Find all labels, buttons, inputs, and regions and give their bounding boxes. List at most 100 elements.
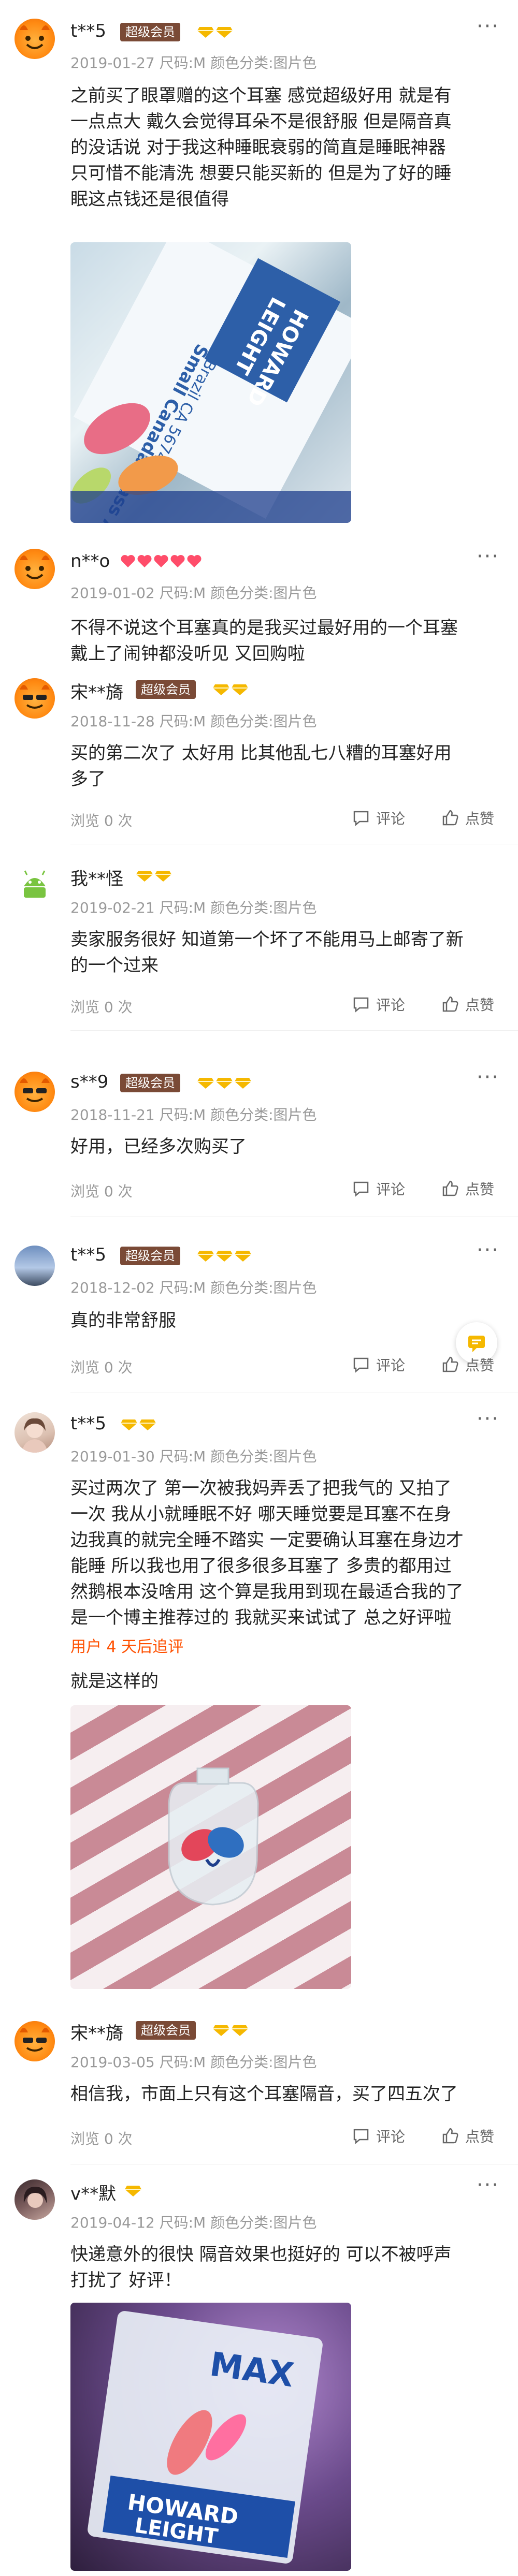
username[interactable]: t**5	[70, 21, 106, 41]
diamond-icon	[232, 684, 248, 695]
review-photo[interactable]: HOWARD LEIGHT Small Canada Class A(L) Br…	[70, 242, 351, 523]
username[interactable]: n**o	[70, 551, 110, 572]
user-photo-avatar	[23, 2187, 47, 2208]
more-options-button[interactable]: ···	[477, 1407, 499, 1431]
earplug-case-image	[168, 1767, 259, 1906]
avatar[interactable]	[15, 2179, 55, 2220]
username[interactable]: s**9	[70, 1072, 108, 1092]
heart-icon	[187, 555, 202, 567]
review-meta: 2019-01-02 尺码:M 颜色分类:图片色	[70, 584, 317, 602]
smiley-avatar-icon	[20, 685, 50, 709]
comment-button[interactable]: 评论	[352, 1354, 405, 1375]
diamond-icon	[197, 1251, 214, 1262]
divider	[70, 1030, 518, 1031]
member-badge: 超级会员	[136, 680, 196, 699]
comment-icon	[353, 2129, 369, 2144]
heart-icon	[170, 555, 185, 567]
more-options-button[interactable]: ···	[477, 14, 499, 38]
username[interactable]: t**5	[70, 1413, 106, 1434]
more-options-button[interactable]: ···	[477, 1238, 499, 1262]
diamond-icon	[232, 2025, 248, 2036]
heart-icon	[121, 555, 135, 567]
diamond-icon	[235, 1078, 251, 1089]
followup-text: 就是这样的	[70, 1671, 159, 1692]
username[interactable]: 宋**旖	[70, 2019, 123, 2044]
avatar[interactable]	[15, 2021, 55, 2061]
diamond-icon	[213, 684, 229, 695]
avatar[interactable]	[15, 19, 55, 59]
review-meta: 2019-01-30 尺码:M 颜色分类:图片色	[70, 1448, 317, 1465]
review-text: 好用，已经多次购买了	[70, 1136, 247, 1157]
username[interactable]: 宋**旖	[70, 678, 123, 704]
comment-icon	[353, 1181, 369, 1197]
diamond-icon	[197, 1078, 214, 1089]
user-level	[197, 23, 233, 41]
diamond-icon	[139, 1419, 156, 1430]
diamond-icon	[216, 27, 233, 38]
review-meta: 2019-01-27 尺码:M 颜色分类:图片色	[70, 54, 317, 71]
review-photo[interactable]	[70, 1705, 351, 1989]
avatar[interactable]	[15, 549, 55, 589]
avatar[interactable]	[15, 1246, 55, 1286]
followup-label: 用户 4 天后追评	[70, 1638, 184, 1656]
avatar[interactable]	[15, 678, 55, 719]
chat-bubble-icon	[468, 1336, 485, 1352]
more-options-button[interactable]: ···	[477, 1065, 499, 1089]
review-text: 快递意外的很快 隔音效果也挺好的 可以不被呼声 打扰了 好评！	[70, 2244, 452, 2291]
like-button[interactable]: 点赞	[441, 1354, 494, 1375]
diamond-icon	[197, 27, 214, 38]
comment-icon	[353, 811, 369, 826]
comment-button[interactable]: 评论	[352, 2126, 405, 2146]
comment-icon	[353, 997, 369, 1013]
diamond-icon	[136, 871, 153, 882]
review-meta: 2018-12-02 尺码:M 颜色分类:图片色	[70, 1279, 317, 1296]
diamond-icon	[213, 2025, 229, 2036]
thumbs-up-icon	[442, 2128, 458, 2144]
user-level	[120, 552, 202, 570]
review-text: 不得不说这个耳塞真的是我买过最好用的一个耳塞 戴上了闹钟都没听见 又回购啦	[70, 618, 458, 664]
diamond-icon	[121, 1419, 137, 1430]
username[interactable]: 我**怪	[70, 865, 123, 890]
review-meta: 2018-11-21 尺码:M 颜色分类:图片色	[70, 1106, 317, 1123]
earplug-package-image: HOWARD LEIGHT Small Canada Class A(L) Br…	[70, 242, 351, 523]
user-level	[120, 1415, 156, 1434]
review-text: 相信我，市面上只有这个耳塞隔音，买了四五次了	[70, 2084, 458, 2104]
comment-button[interactable]: 评论	[352, 1178, 405, 1199]
review-meta: 2018-11-28 尺码:M 颜色分类:图片色	[70, 713, 317, 730]
heart-icon	[137, 555, 152, 567]
view-count: 浏览 0 次	[70, 812, 133, 829]
review-text: 之前买了眼罩赠的这个耳塞 感觉超级好用 就是有 一点点大 戴久会觉得耳朵不是很舒…	[70, 85, 452, 210]
smiley-avatar-icon	[20, 1078, 50, 1102]
more-options-button[interactable]: ···	[477, 2173, 499, 2197]
member-badge: 超级会员	[120, 1247, 180, 1265]
user-level	[212, 2021, 249, 2040]
comment-button[interactable]: 评论	[352, 994, 405, 1015]
comment-button[interactable]: 评论	[352, 808, 405, 828]
member-badge: 超级会员	[120, 23, 180, 41]
user-level	[197, 1074, 252, 1092]
like-button[interactable]: 点赞	[441, 994, 494, 1015]
smiley-avatar-icon	[20, 555, 50, 579]
user-level	[212, 680, 249, 699]
comment-icon	[353, 1357, 369, 1373]
avatar[interactable]	[15, 1412, 55, 1453]
review-photo[interactable]: MAX HOWARD LEIGHT	[70, 2303, 351, 2571]
view-count: 浏览 0 次	[70, 1183, 133, 1200]
review-text: 买的第二次了 太好用 比其他乱七八糟的耳塞好用 多了	[70, 743, 452, 789]
like-button[interactable]: 点赞	[441, 808, 494, 828]
avatar[interactable]	[15, 865, 55, 905]
username[interactable]: t**5	[70, 1245, 106, 1265]
like-button[interactable]: 点赞	[441, 1178, 494, 1199]
view-count: 浏览 0 次	[70, 999, 133, 1016]
smiley-avatar-icon	[20, 25, 50, 49]
review-meta: 2019-02-21 尺码:M 颜色分类:图片色	[70, 899, 317, 916]
user-level	[136, 867, 172, 885]
more-options-button[interactable]: ···	[477, 545, 499, 568]
earplug-package-image: MAX HOWARD LEIGHT	[88, 2311, 323, 2564]
heart-icon	[154, 555, 168, 567]
avatar[interactable]	[15, 1072, 55, 1112]
diamond-icon	[216, 1251, 233, 1262]
like-button[interactable]: 点赞	[441, 2126, 494, 2146]
username[interactable]: v**默	[70, 2179, 116, 2205]
view-count: 浏览 0 次	[70, 1359, 133, 1376]
